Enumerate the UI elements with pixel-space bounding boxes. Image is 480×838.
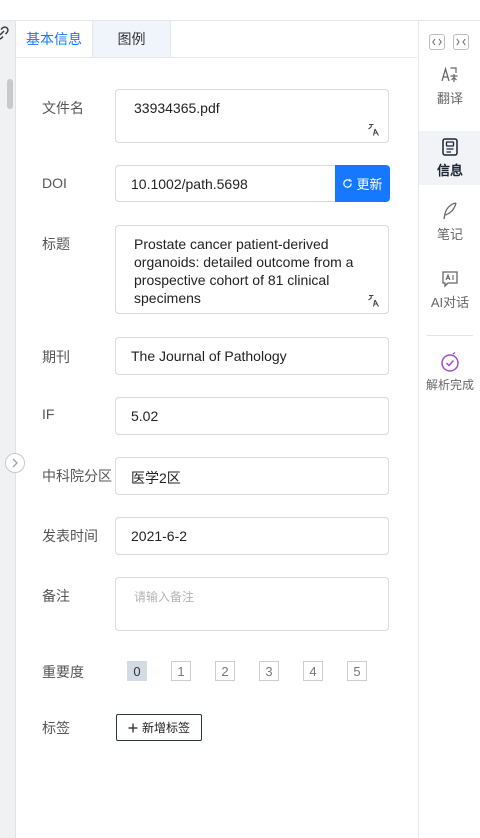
if-field[interactable]: 5.02 xyxy=(115,397,389,435)
sidebar-item-label: 翻译 xyxy=(436,91,463,106)
sidebar-item-parse-status[interactable]: 解析完成 xyxy=(419,351,480,401)
publish-date-label: 发表时间 xyxy=(42,528,98,544)
translate-icon xyxy=(441,66,458,82)
filename-field[interactable]: 33934365.pdf xyxy=(115,89,389,143)
importance-option-3[interactable]: 3 xyxy=(259,661,279,681)
journal-label: 期刊 xyxy=(42,349,70,365)
sidebar-item-ai-chat[interactable]: AI对话 xyxy=(419,269,480,319)
top-strip xyxy=(0,0,480,21)
sidebar-item-label: AI对话 xyxy=(430,295,470,310)
chevron-right-icon xyxy=(12,458,18,468)
if-value: 5.02 xyxy=(131,408,159,424)
plus-icon xyxy=(128,723,138,732)
sidebar-item-label: 笔记 xyxy=(436,227,463,242)
refresh-icon xyxy=(343,178,353,188)
importance-option-1[interactable]: 1 xyxy=(171,661,191,681)
quill-icon xyxy=(443,202,457,220)
tab-legend[interactable]: 图例 xyxy=(92,21,171,57)
collapse-panel-button[interactable] xyxy=(429,34,445,50)
journal-field[interactable]: The Journal of Pathology xyxy=(115,337,389,375)
publish-date-field[interactable]: 2021-6-2 xyxy=(115,517,389,555)
title-field[interactable]: Prostate cancer patient-derived organoid… xyxy=(115,225,389,314)
journal-value: The Journal of Pathology xyxy=(131,348,287,364)
cas-partition-label: 中科院分区 xyxy=(42,468,112,484)
title-value: Prostate cancer patient-derived organoid… xyxy=(134,236,354,306)
title-label: 标题 xyxy=(42,236,70,252)
info-doc-icon xyxy=(442,138,458,156)
sidebar-item-translate[interactable]: 翻译 xyxy=(419,65,480,115)
importance-option-4[interactable]: 4 xyxy=(303,661,323,681)
add-tag-button[interactable]: 新增标签 xyxy=(116,714,202,741)
filename-label: 文件名 xyxy=(42,100,84,116)
link-icon xyxy=(0,26,9,40)
expand-panel-button[interactable] xyxy=(453,34,469,50)
importance-label: 重要度 xyxy=(42,664,84,680)
doi-label: DOI xyxy=(42,175,67,191)
add-tag-label: 新增标签 xyxy=(141,721,190,735)
importance-option-0[interactable]: 0 xyxy=(127,661,147,681)
code-brackets-icon xyxy=(432,38,442,46)
cas-partition-value: 医学2区 xyxy=(131,470,181,486)
left-rail xyxy=(0,21,16,838)
sidebar-item-label: 解析完成 xyxy=(425,378,474,392)
ai-chat-icon xyxy=(442,271,458,288)
arrows-inward-icon xyxy=(456,38,466,46)
importance-option-2[interactable]: 2 xyxy=(215,661,235,681)
sidebar-item-info[interactable]: 信息 xyxy=(419,131,480,185)
right-sidebar: 翻译 信息 笔记 AI对话 解析完成 xyxy=(418,21,480,838)
doi-value: 10.1002/path.5698 xyxy=(131,176,248,192)
sidebar-item-notes[interactable]: 笔记 xyxy=(419,201,480,251)
note-placeholder: 请输入备注 xyxy=(134,590,195,604)
sidebar-divider xyxy=(427,335,473,336)
scrollbar-thumb[interactable] xyxy=(7,79,13,109)
update-doi-button[interactable]: 更新 xyxy=(335,165,390,202)
expand-panel-handle[interactable] xyxy=(5,453,25,473)
tags-label: 标签 xyxy=(42,720,70,736)
note-input[interactable]: 请输入备注 xyxy=(115,577,389,631)
tab-basic-info[interactable]: 基本信息 xyxy=(16,21,92,57)
tab-bar: 基本信息 图例 xyxy=(16,21,417,58)
sidebar-item-label: 信息 xyxy=(436,163,463,178)
edit-icon[interactable] xyxy=(367,123,381,137)
cas-partition-field[interactable]: 医学2区 xyxy=(115,457,389,495)
check-circle-icon xyxy=(441,351,459,372)
info-panel: 基本信息 图例 文件名 33934365.pdf DOI 10.1002/pat… xyxy=(16,21,417,838)
note-label: 备注 xyxy=(42,588,70,604)
doi-field[interactable]: 10.1002/path.5698 xyxy=(115,165,337,202)
publish-date-value: 2021-6-2 xyxy=(131,528,188,544)
filename-value: 33934365.pdf xyxy=(134,100,220,116)
update-label: 更新 xyxy=(356,177,383,192)
importance-option-5[interactable]: 5 xyxy=(347,661,367,681)
edit-icon[interactable] xyxy=(367,294,381,308)
if-label: IF xyxy=(42,406,55,422)
